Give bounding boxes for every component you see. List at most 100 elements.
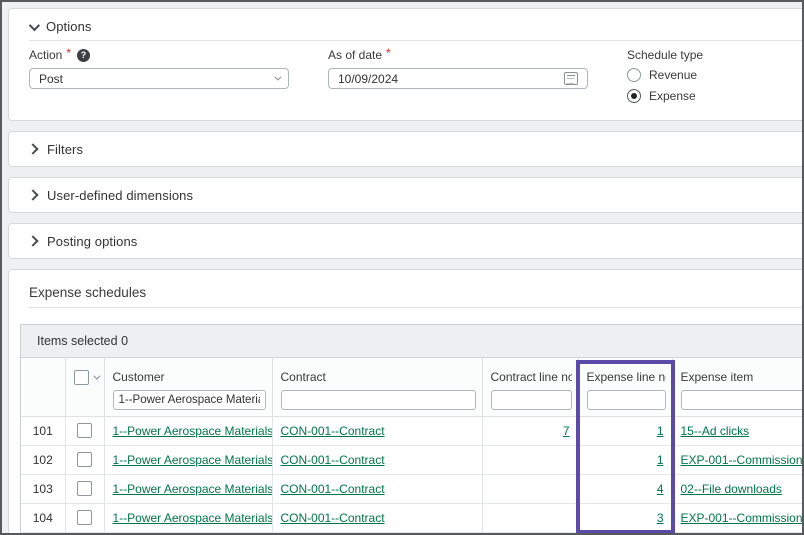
calendar-icon[interactable] xyxy=(564,72,578,85)
customer-column-header: Customer xyxy=(104,358,272,416)
action-field: Action * ? Post xyxy=(29,48,289,110)
chevron-down-icon xyxy=(274,74,281,81)
expense-line-no-link[interactable]: 3 xyxy=(657,511,664,525)
expense-item-link[interactable]: EXP-001--Commissions xyxy=(681,453,804,467)
customer-link[interactable]: 1--Power Aerospace Materials xyxy=(113,453,273,467)
contract-filter-input[interactable] xyxy=(281,390,476,410)
as-of-date-value: 10/09/2024 xyxy=(338,72,398,86)
page: Options Action * ? Post xyxy=(2,2,802,535)
as-of-date-field: As of date * 10/09/2024 xyxy=(328,48,588,110)
expense-line-no-column-header: Expense line no. xyxy=(578,358,672,416)
customer-filter-input[interactable] xyxy=(113,390,266,410)
select-all-header xyxy=(65,358,104,416)
customer-link[interactable]: 1--Power Aerospace Materials xyxy=(113,511,273,525)
row-checkbox[interactable] xyxy=(77,452,92,467)
user-defined-dimensions-section[interactable]: User-defined dimensions xyxy=(8,177,804,213)
row-checkbox[interactable] xyxy=(77,423,92,438)
action-label: Action * ? xyxy=(29,48,289,62)
radio-option-expense[interactable]: Expense xyxy=(627,89,703,103)
table-row: 104 1--Power Aerospace Materials CON-001… xyxy=(21,503,804,532)
chevron-down-icon[interactable] xyxy=(93,373,100,380)
row-number-header xyxy=(21,358,65,416)
filters-section-title: Filters xyxy=(47,142,83,157)
row-checkbox-cell xyxy=(65,474,104,503)
help-icon[interactable]: ? xyxy=(77,49,90,62)
expense-line-no-link[interactable]: 4 xyxy=(657,482,664,496)
posting-options-title: Posting options xyxy=(47,234,137,249)
chevron-right-icon xyxy=(27,143,38,154)
radio-unselected-icon[interactable] xyxy=(627,68,641,82)
schedules-grid: Customer Contract Contract line no. xyxy=(21,358,804,533)
contract-link[interactable]: CON-001--Contract xyxy=(281,424,385,438)
table-row: 101 1--Power Aerospace Materials CON-001… xyxy=(21,416,804,445)
radio-selected-icon[interactable] xyxy=(627,89,641,103)
action-select-value: Post xyxy=(39,72,63,86)
schedule-type-field: Schedule type Revenue Expense xyxy=(627,48,703,110)
items-selected-bar: Items selected 0 xyxy=(21,325,804,358)
options-fields: Action * ? Post As of date * 1 xyxy=(9,41,804,110)
required-asterisk: * xyxy=(386,46,391,60)
row-number: 103 xyxy=(21,474,65,503)
radio-label-expense: Expense xyxy=(649,89,696,103)
row-checkbox-cell xyxy=(65,445,104,474)
contract-line-no-link[interactable]: 7 xyxy=(563,424,570,438)
chevron-right-icon xyxy=(27,189,38,200)
schedule-type-label: Schedule type xyxy=(627,48,703,62)
expense-line-no-filter-input[interactable] xyxy=(587,390,666,410)
expense-item-link[interactable]: 15--Ad clicks xyxy=(681,424,750,438)
as-of-date-label-text: As of date xyxy=(328,48,382,62)
chevron-down-icon xyxy=(29,19,40,30)
expense-item-link[interactable]: 02--File downloads xyxy=(681,482,782,496)
row-number: 102 xyxy=(21,445,65,474)
contract-link[interactable]: CON-001--Contract xyxy=(281,511,385,525)
user-defined-dimensions-title: User-defined dimensions xyxy=(47,188,193,203)
expense-item-column-label: Expense item xyxy=(681,370,804,384)
options-section-title: Options xyxy=(46,19,92,34)
select-all-checkbox[interactable] xyxy=(74,370,89,385)
row-checkbox-cell xyxy=(65,503,104,532)
items-selected-text: Items selected 0 xyxy=(37,334,128,348)
as-of-date-input[interactable]: 10/09/2024 xyxy=(328,68,588,89)
expense-schedules-section: Expense schedules Items selected 0 xyxy=(8,269,804,535)
action-select[interactable]: Post xyxy=(29,68,289,89)
customer-link[interactable]: 1--Power Aerospace Materials xyxy=(113,424,273,438)
table-header-row: Customer Contract Contract line no. xyxy=(21,358,804,416)
options-section-header[interactable]: Options xyxy=(9,9,804,40)
schedule-type-label-text: Schedule type xyxy=(627,48,703,62)
customer-column-label: Customer xyxy=(113,370,266,384)
screenshot-frame: Options Action * ? Post xyxy=(0,0,804,535)
contract-column-header: Contract xyxy=(272,358,482,416)
expense-schedules-title: Expense schedules xyxy=(9,270,804,307)
table-row: 102 1--Power Aerospace Materials CON-001… xyxy=(21,445,804,474)
radio-label-revenue: Revenue xyxy=(649,68,697,82)
filters-section[interactable]: Filters xyxy=(8,131,804,167)
expense-line-no-column-label: Expense line no. xyxy=(587,370,666,384)
expense-item-filter-input[interactable] xyxy=(681,390,804,410)
contract-column-label: Contract xyxy=(281,370,476,384)
expense-line-no-link[interactable]: 1 xyxy=(657,453,664,467)
expense-line-no-link[interactable]: 1 xyxy=(657,424,664,438)
row-checkbox-cell xyxy=(65,416,104,445)
customer-link[interactable]: 1--Power Aerospace Materials xyxy=(113,482,273,496)
row-checkbox[interactable] xyxy=(77,510,92,525)
posting-options-section[interactable]: Posting options xyxy=(8,223,804,259)
options-section: Options Action * ? Post xyxy=(8,8,804,121)
schedule-type-radio-group: Revenue Expense xyxy=(627,68,703,110)
contract-link[interactable]: CON-001--Contract xyxy=(281,453,385,467)
required-asterisk: * xyxy=(66,46,71,60)
expense-schedules-table: Items selected 0 xyxy=(20,324,804,534)
expense-item-column-header: Expense item xyxy=(672,358,804,416)
radio-option-revenue[interactable]: Revenue xyxy=(627,68,703,82)
contract-line-no-filter-input[interactable] xyxy=(491,390,572,410)
contract-line-no-column-header: Contract line no. xyxy=(482,358,578,416)
table-row: 103 1--Power Aerospace Materials CON-001… xyxy=(21,474,804,503)
expense-item-link[interactable]: EXP-001--Commissions xyxy=(681,511,804,525)
contract-line-no-column-label: Contract line no. xyxy=(491,370,572,384)
row-number: 101 xyxy=(21,416,65,445)
chevron-right-icon xyxy=(27,235,38,246)
action-label-text: Action xyxy=(29,48,62,62)
expense-schedules-divider xyxy=(29,307,804,308)
contract-link[interactable]: CON-001--Contract xyxy=(281,482,385,496)
row-checkbox[interactable] xyxy=(77,481,92,496)
row-number: 104 xyxy=(21,503,65,532)
